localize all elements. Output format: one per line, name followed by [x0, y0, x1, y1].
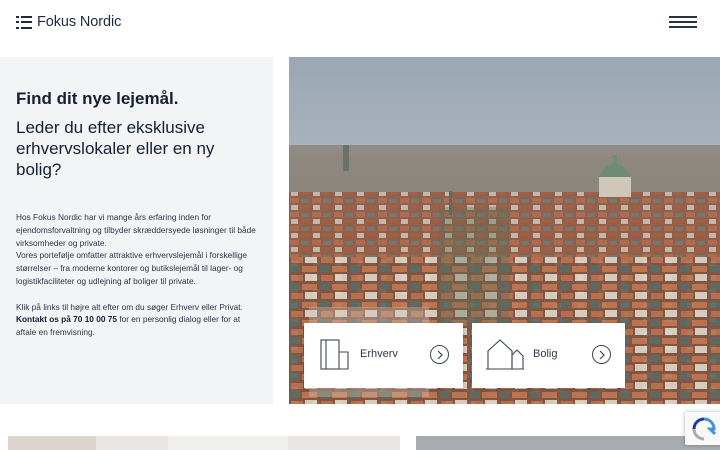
bolig-card[interactable]: Bolig: [472, 323, 625, 388]
logo[interactable]: Fokus Nordic: [16, 14, 121, 30]
logo-text: Fokus Nordic: [37, 14, 122, 30]
erhverv-card[interactable]: Erhverv: [304, 323, 463, 388]
erhverv-label: Erhverv: [360, 348, 398, 360]
hero-paragraph-contact: Kontakt os på 70 10 00 75 for en personl…: [16, 313, 256, 339]
section-image-left: [8, 436, 400, 450]
recaptcha-icon: [692, 417, 716, 441]
bolig-label: Bolig: [533, 348, 558, 360]
hero-paragraph-intro: Hos Fokus Nordic har vi mange års erfari…: [16, 212, 256, 248]
hero-paragraph-portfolio: Vores portefølje omfatter attraktive erh…: [16, 250, 248, 286]
logo-mark-icon: [16, 15, 32, 29]
site-header: Fokus Nordic: [0, 0, 720, 57]
hero-body: Hos Fokus Nordic har vi mange års erfari…: [16, 211, 256, 339]
hero-text-panel: Find dit nye lejemål. Leder du efter eks…: [0, 57, 273, 404]
contact-phone-text[interactable]: Kontakt os på 70 10 00 75: [16, 314, 117, 324]
recaptcha-badge[interactable]: [685, 412, 720, 445]
house-icon: [486, 338, 524, 375]
hero-paragraph-instructions: Klik på links til højre alt efter om du …: [16, 301, 243, 312]
section-image-right: [416, 436, 720, 450]
hero-subtitle: Leder du efter eksklusive erhvervslokale…: [16, 118, 215, 179]
hamburger-menu-icon[interactable]: [669, 16, 697, 28]
hero-title: Find dit nye lejemål.: [16, 89, 179, 108]
office-building-icon: [318, 338, 350, 375]
chevron-right-circle-icon: [430, 345, 449, 364]
chevron-right-circle-icon: [592, 345, 611, 364]
